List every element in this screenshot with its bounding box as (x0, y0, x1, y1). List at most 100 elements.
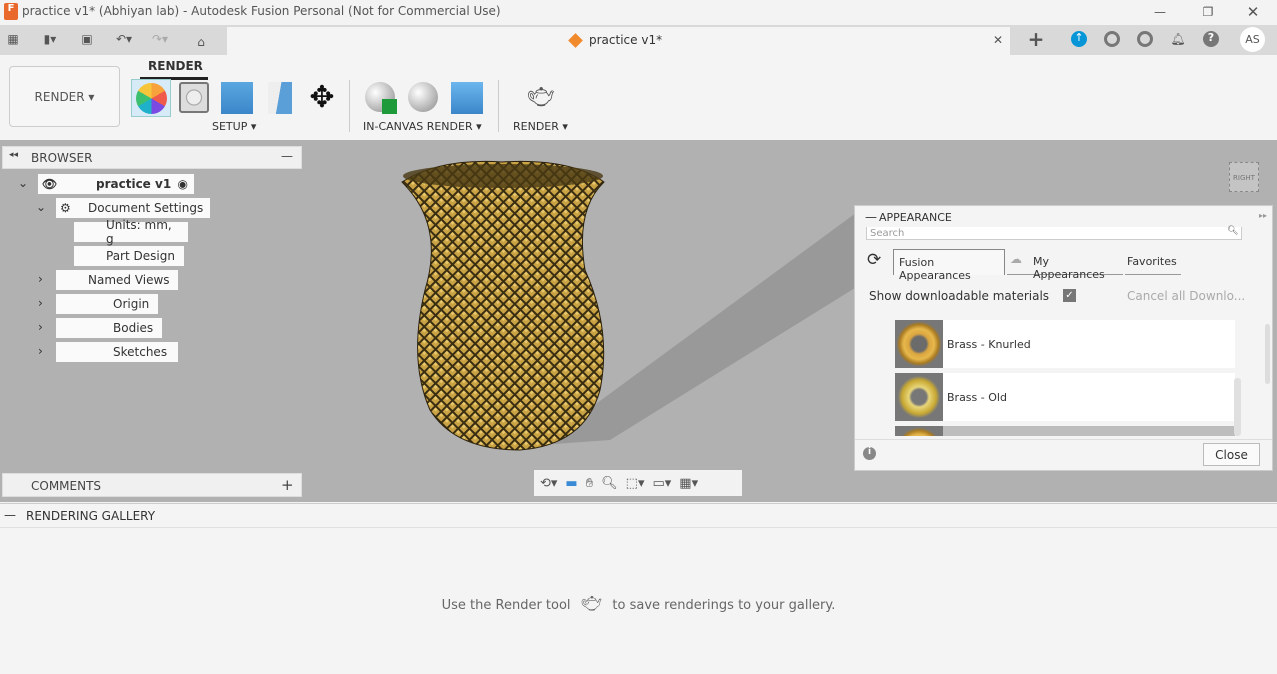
panel-scrollbar[interactable] (1265, 324, 1270, 384)
texture-map-icon[interactable] (221, 82, 253, 114)
browser-item-sketches[interactable]: Sketches (56, 342, 178, 362)
workspace-switcher[interactable]: RENDER ▾ (9, 66, 120, 127)
expand-icon[interactable]: › (38, 320, 43, 334)
look-at-icon[interactable]: ▬ (565, 476, 577, 491)
capture-image-icon[interactable] (451, 82, 483, 114)
document-tab[interactable]: practice v1* ✕ (227, 27, 1010, 55)
collapse-gallery-icon[interactable]: — (4, 508, 16, 522)
workspace-label: RENDER (34, 89, 85, 104)
cloud-icon: ☁︎ (1010, 252, 1022, 266)
material-thumbnail (895, 426, 943, 436)
play-badge-icon (382, 99, 397, 114)
show-downloadable-checkbox[interactable]: ✓ (1063, 289, 1076, 302)
close-button[interactable]: Close (1203, 443, 1260, 466)
ribbon-toolbar: RENDER ▾ RENDER ✥ SETUP ▾ IN-CANVAS REND… (0, 55, 1277, 140)
setup-group-label[interactable]: SETUP ▾ (212, 120, 256, 133)
hint-text: Use the Render tool (441, 598, 571, 613)
rendering-gallery: — RENDERING GALLERY Use the Render tool … (0, 503, 1277, 674)
grid-settings-icon[interactable]: ▦▾ (679, 476, 698, 491)
fit-window-icon[interactable]: ⬚▾ (626, 476, 645, 491)
browser-item-bodies[interactable]: Bodies (56, 318, 162, 338)
material-thumbnail (895, 373, 943, 421)
add-comment-icon[interactable]: + (281, 476, 294, 494)
cube-icon (568, 33, 583, 48)
in-canvas-settings-icon[interactable] (408, 82, 438, 112)
item-label: Units: mm, g (106, 218, 172, 246)
render-group-label[interactable]: RENDER ▾ (513, 120, 568, 133)
history-clock-icon[interactable] (1137, 31, 1153, 47)
scene-settings-icon[interactable] (179, 82, 209, 113)
save-icon[interactable]: ▣ (78, 30, 96, 48)
item-label: Named Views (88, 273, 170, 287)
browser-item-named-views[interactable]: Named Views (56, 270, 178, 290)
close-window-button[interactable]: ✕ (1238, 2, 1268, 22)
browser-item-origin[interactable]: Origin (56, 294, 158, 314)
orbit-icon[interactable]: ⟲▾ (540, 476, 557, 491)
help-icon[interactable]: ? (1203, 31, 1219, 47)
search-input[interactable] (866, 227, 1242, 240)
restore-button[interactable]: ❐ (1193, 2, 1223, 22)
close-tab-icon[interactable]: ✕ (990, 32, 1006, 48)
title-bar: F practice v1* (Abhiyan lab) - Autodesk … (0, 0, 1277, 25)
decal-icon[interactable] (268, 82, 292, 114)
redo-icon[interactable]: ↷▾ (146, 30, 174, 48)
expand-panel-icon[interactable]: ▸▸ (1259, 211, 1267, 220)
browser-item-units[interactable]: Units: mm, g (74, 218, 188, 246)
zoom-icon[interactable]: 🔍︎ (601, 476, 618, 491)
comments-header: COMMENTS + (2, 473, 302, 497)
undo-icon[interactable]: ↶▾ (110, 30, 138, 48)
eye-icon[interactable]: 👁︎ (42, 177, 57, 191)
expand-icon[interactable]: › (38, 344, 43, 358)
expand-icon[interactable]: ⌄ (36, 200, 46, 214)
apps-grid-icon[interactable]: ▦ (4, 30, 22, 48)
tab-fusion-appearances[interactable]: Fusion Appearances (893, 249, 1005, 282)
vase-model (401, 160, 605, 451)
material-item-partial[interactable] (895, 426, 1235, 436)
info-icon[interactable]: i (863, 447, 876, 460)
user-avatar[interactable]: AS (1240, 27, 1265, 52)
tab-my-appearances[interactable]: My Appearances (1007, 249, 1123, 281)
render-teapot-icon[interactable]: 🫖︎ (523, 82, 559, 112)
expand-icon[interactable]: › (38, 296, 43, 310)
refresh-icon[interactable]: ⟳ (867, 250, 881, 270)
collapse-panel-icon[interactable]: — (865, 210, 877, 224)
file-menu-icon[interactable]: ▮▾ (36, 30, 64, 48)
material-label: Brass - Old (947, 390, 1007, 404)
item-label: Document Settings (88, 201, 204, 215)
home-icon[interactable]: ⌂ (192, 33, 210, 51)
minimize-button[interactable]: — (1145, 2, 1175, 22)
divider (349, 80, 350, 132)
pan-hand-icon[interactable]: ✋︎ (586, 476, 593, 491)
comments-title: COMMENTS (31, 479, 102, 493)
activate-radio-icon[interactable]: ◉ (178, 177, 188, 191)
collapse-browser-icon[interactable]: ◂◂ (9, 150, 18, 160)
viewcube[interactable]: RIGHT (1229, 162, 1259, 192)
expand-root-icon[interactable]: ⌄ (18, 176, 28, 190)
appearance-button[interactable] (131, 79, 171, 117)
in-canvas-render-group-label[interactable]: IN-CANVAS RENDER ▾ (363, 120, 482, 133)
browser-item-document-settings[interactable]: ⚙ Document Settings (56, 198, 210, 218)
root-label: practice v1 (96, 177, 172, 191)
new-tab-button[interactable]: + (1026, 27, 1046, 51)
item-label: Sketches (113, 345, 168, 359)
divider (498, 80, 499, 132)
cancel-downloads-link[interactable]: Cancel all Downlo... (1127, 289, 1245, 303)
inner-scrollbar[interactable] (1234, 378, 1241, 436)
extensions-icon[interactable] (1104, 31, 1120, 47)
in-canvas-render-label: IN-CANVAS RENDER (363, 120, 473, 133)
material-thumbnail (895, 320, 943, 368)
material-item-brass-knurled[interactable]: Brass - Knurled (895, 320, 1235, 368)
minimize-browser-icon[interactable]: — (281, 149, 293, 163)
browser-root-item[interactable]: practice v1 ◉ 👁︎ (38, 174, 194, 194)
move-icon[interactable]: ✥ (305, 80, 339, 115)
divider (855, 439, 1272, 440)
job-status-icon[interactable]: ↑ (1071, 31, 1087, 47)
expand-icon[interactable]: › (38, 272, 43, 286)
material-item-brass-old[interactable]: Brass - Old (895, 373, 1235, 421)
browser-item-part-design[interactable]: Part Design (74, 246, 184, 266)
notifications-bell-icon[interactable]: 🔔︎ (1170, 30, 1186, 48)
search-icon[interactable]: 🔍︎ (1227, 226, 1238, 236)
display-settings-icon[interactable]: ▭▾ (652, 476, 671, 491)
tab-favorites[interactable]: Favorites (1125, 249, 1181, 275)
ribbon-tab-render[interactable]: RENDER (148, 59, 203, 73)
